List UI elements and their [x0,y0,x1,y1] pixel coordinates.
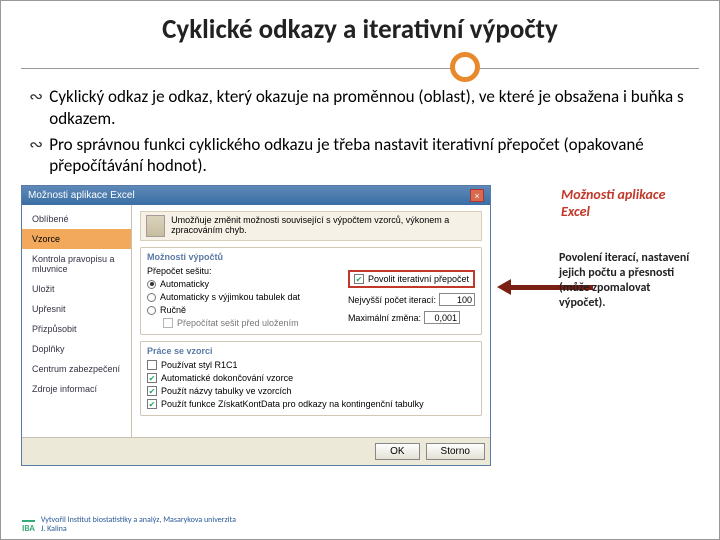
check-r1c1[interactable]: Používat styl R1C1 [147,360,475,370]
info-text: Umožňuje změnit možnosti související s v… [171,215,476,237]
nav-item-proofing[interactable]: Kontrola pravopisu a mluvnice [22,249,131,279]
ok-button[interactable]: OK [375,443,419,460]
dialog-nav: Oblíbené Vzorce Kontrola pravopisu a mlu… [22,205,132,437]
logo-iba: IBA [22,520,35,534]
nav-item-advanced[interactable]: Upřesnit [22,299,131,319]
bullet-text: Cyklický odkaz je odkaz, který okazuje n… [49,86,691,130]
decor-circle [450,52,480,82]
footer-line2: J. Kalina [41,525,236,534]
body-text: ∾Cyklický odkaz je odkaz, který okazuje … [21,86,699,177]
check-table-names[interactable]: Použít názvy tabulky ve vzorcích [147,386,475,396]
footer-line1: Vytvořil Institut biostatistiky a analýz… [41,516,236,525]
page-title: Cyklické odkazy a iterativní výpočty [21,13,699,46]
info-banner: Umožňuje změnit možnosti související s v… [140,211,482,241]
highlight-iterative: Povolit iterativní přepočet [348,270,475,288]
max-change-input[interactable] [424,311,460,324]
check-getpivotdata[interactable]: Použít funkce ZískatKontData pro odkazy … [147,399,475,409]
group-title: Možnosti výpočtů [147,252,475,262]
title-divider [21,52,699,86]
group-formula-work: Práce se vzorci Používat styl R1C1 Autom… [140,341,482,416]
nav-item-save[interactable]: Uložit [22,279,131,299]
nav-item-resources[interactable]: Zdroje informací [22,379,131,399]
callout-iteration: Povolení iterací, nastavení jejich počtu… [559,251,699,311]
formula-icon [146,215,165,237]
nav-item-trust[interactable]: Centrum zabezpečení [22,359,131,379]
bullet-text: Pro správnou funkci cyklického odkazu je… [49,134,691,178]
group-calculation: Možnosti výpočtů Přepočet sešitu: Automa… [140,247,482,335]
max-iter-label: Nejvyšší počet iterací: [348,295,436,305]
callout-options: Možnosti aplikace Excel [561,187,689,221]
group-title: Práce se vzorci [147,346,475,356]
max-change-label: Maximální změna: [348,313,421,323]
close-icon[interactable]: × [470,189,484,202]
check-recalc-before-save: Přepočítat sešit před uložením [163,318,300,328]
slide-footer: IBA Vytvořil Institut biostatistiky a an… [22,516,236,534]
nav-item-customize[interactable]: Přizpůsobit [22,319,131,339]
radio-auto[interactable]: Automaticky [147,279,300,289]
nav-item-popular[interactable]: Oblíbené [22,209,131,229]
nav-item-formulas[interactable]: Vzorce [22,229,131,249]
check-enable-iterative[interactable]: Povolit iterativní přepočet [354,274,469,284]
check-autocomplete[interactable]: Automatické dokončování vzorce [147,373,475,383]
recalc-label: Přepočet sešitu: [147,266,300,276]
radio-auto-except[interactable]: Automaticky s výjimkou tabulek dat [147,292,300,302]
bullet-item: ∾Cyklický odkaz je odkaz, který okazuje … [29,86,691,130]
radio-manual[interactable]: Ručně [147,305,300,315]
max-iter-input[interactable] [439,293,475,306]
bullet-item: ∾Pro správnou funkci cyklického odkazu j… [29,134,691,178]
excel-options-dialog: Možnosti aplikace Excel × Oblíbené Vzorc… [21,185,491,466]
dialog-title-text: Možnosti aplikace Excel [28,190,135,201]
dialog-titlebar: Možnosti aplikace Excel × [22,186,490,205]
nav-item-addins[interactable]: Doplňky [22,339,131,359]
cancel-button[interactable]: Storno [426,443,485,460]
